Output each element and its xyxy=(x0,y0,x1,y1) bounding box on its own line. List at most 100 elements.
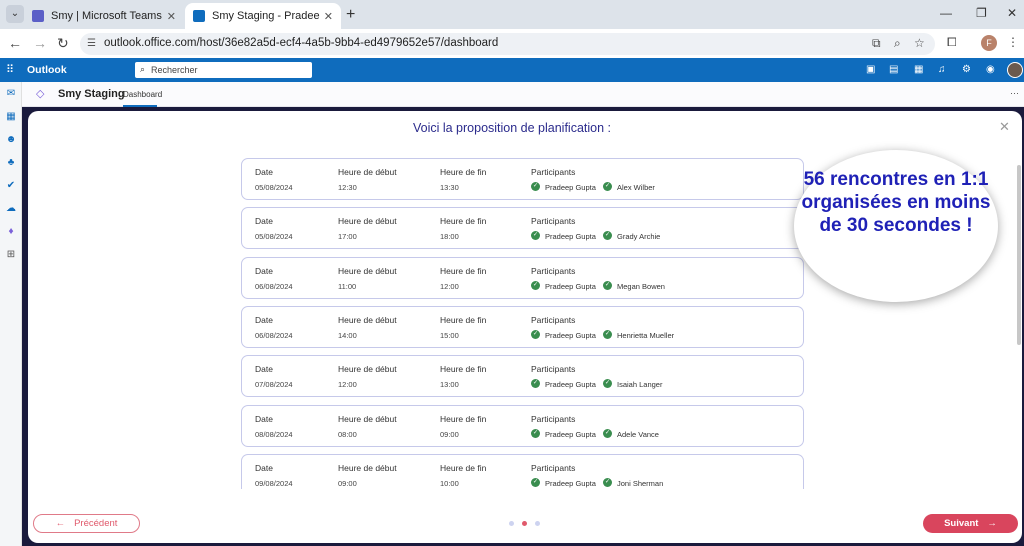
participants-label: Participants xyxy=(531,265,576,276)
bell-icon[interactable]: ♫ xyxy=(938,64,946,75)
meeting-start: 12:00 xyxy=(338,380,357,390)
next-button[interactable]: Suivant → xyxy=(923,514,1018,533)
omnibox[interactable]: ☰ outlook.office.com/host/36e82a5d-ecf4-… xyxy=(80,33,935,55)
teams-call-icon[interactable]: ▣ xyxy=(866,64,875,75)
check-icon: ✓ xyxy=(603,182,612,191)
meeting-start: 12:30 xyxy=(338,183,357,192)
check-icon: ✓ xyxy=(531,280,540,290)
participant-name: Pradeep Gupta xyxy=(545,380,596,390)
date-label: Date xyxy=(255,314,273,325)
teams-icon xyxy=(32,10,44,22)
meeting-end: 13:30 xyxy=(440,183,459,192)
meeting-start: 17:00 xyxy=(338,232,357,242)
close-icon[interactable]: ✕ xyxy=(324,10,333,23)
pagination-dot[interactable] xyxy=(535,521,540,526)
end-label: Heure de fin xyxy=(440,216,487,227)
participant-name: Pradeep Gupta xyxy=(545,330,596,340)
extensions-icon[interactable]: ⧠ xyxy=(947,35,957,50)
my-day-icon[interactable]: ▤ xyxy=(889,64,898,75)
meeting-card: Date Heure de début Heure de fin Participan… xyxy=(241,404,804,447)
tab-search-button[interactable]: ⌄ xyxy=(6,5,24,23)
forward-icon[interactable]: → xyxy=(33,35,47,51)
onedrive-icon[interactable]: ☁ xyxy=(5,203,17,215)
check-icon: ✓ xyxy=(531,231,540,241)
check-icon: ✓ xyxy=(531,477,540,487)
meeting-card: Date Heure de début Heure de fin Participan… xyxy=(241,158,804,200)
meeting-end: 10:00 xyxy=(440,478,459,488)
meeting-date: 09/08/2024 xyxy=(255,478,293,488)
callout-text: 56 rencontres en 1:1 organisées en moins… xyxy=(801,169,991,236)
start-label: Heure de début xyxy=(338,413,397,424)
meeting-end: 09:00 xyxy=(440,429,459,439)
meeting-card: Date Heure de début Heure de fin Participan… xyxy=(241,256,804,299)
profile-avatar[interactable]: F xyxy=(981,35,997,51)
participant-name: Pradeep Gupta xyxy=(545,429,596,439)
app-launcher-icon[interactable]: ⠿ xyxy=(6,63,14,76)
zoom-icon[interactable]: ⌕ xyxy=(894,36,901,51)
check-icon: ✓ xyxy=(603,280,612,290)
groups-icon[interactable]: ♣ xyxy=(5,157,17,169)
search-input[interactable]: ⌕ Rechercher xyxy=(135,62,312,78)
close-icon[interactable]: ✕ xyxy=(999,119,1010,135)
meeting-start: 09:00 xyxy=(338,478,357,488)
site-info-icon[interactable]: ☰ xyxy=(87,38,96,49)
meeting-card: Date Heure de début Heure de fin Participan… xyxy=(241,305,804,348)
participants-label: Participants xyxy=(531,413,576,424)
modal-scrollbar[interactable] xyxy=(1017,165,1021,345)
restore-icon[interactable]: ❐ xyxy=(976,6,987,20)
browser-tab-teams[interactable]: Smy | Microsoft Teams ✕ xyxy=(24,3,184,29)
end-label: Heure de fin xyxy=(440,314,487,325)
end-label: Heure de fin xyxy=(440,167,487,177)
diamond-icon: ◇ xyxy=(36,88,45,100)
meeting-end: 18:00 xyxy=(440,232,459,242)
bookmark-star-icon[interactable]: ☆ xyxy=(914,36,925,50)
participant-name: Pradeep Gupta xyxy=(545,281,596,291)
participant-name: Pradeep Gupta xyxy=(545,478,596,488)
participant-name: Alex Wilber xyxy=(617,183,655,192)
todo-icon[interactable]: ✔ xyxy=(5,180,17,192)
participant-name: Megan Bowen xyxy=(617,281,665,291)
more-apps-icon[interactable]: ⊞ xyxy=(5,249,17,261)
participants-label: Participants xyxy=(531,364,576,375)
meeting-start: 11:00 xyxy=(338,281,357,291)
mail-icon[interactable]: ✉ xyxy=(5,88,17,100)
end-label: Heure de fin xyxy=(440,413,487,424)
smy-app-icon[interactable]: ♦ xyxy=(5,226,17,238)
outlook-title[interactable]: Outlook xyxy=(27,64,67,76)
gear-icon[interactable]: ⚙ xyxy=(962,64,971,75)
check-icon: ✓ xyxy=(531,182,540,191)
meeting-end: 13:00 xyxy=(440,380,459,390)
date-label: Date xyxy=(255,364,273,375)
whats-new-icon[interactable]: ▦ xyxy=(914,64,923,75)
reload-icon[interactable]: ↻ xyxy=(57,35,69,52)
pagination-dot[interactable] xyxy=(522,521,527,526)
back-icon[interactable]: ← xyxy=(8,35,22,51)
browser-tab-smy-staging[interactable]: Smy Staging - Pradeep Gupta - ✕ xyxy=(185,3,341,29)
meeting-date: 06/08/2024 xyxy=(255,281,293,291)
start-label: Heure de début xyxy=(338,167,397,177)
new-tab-button[interactable]: + xyxy=(346,6,355,24)
more-options-icon[interactable]: ⋯ xyxy=(1010,88,1019,99)
lightbulb-icon[interactable]: ◉ xyxy=(986,64,995,75)
date-label: Date xyxy=(255,167,273,177)
window-close-icon[interactable]: ✕ xyxy=(1007,6,1017,20)
app-name: Smy Staging xyxy=(58,88,125,100)
start-label: Heure de début xyxy=(338,265,397,276)
meeting-date: 06/08/2024 xyxy=(255,330,293,340)
tab-dashboard[interactable]: Dashboard xyxy=(123,90,162,99)
people-icon[interactable]: ☻ xyxy=(5,134,17,146)
check-icon: ✓ xyxy=(603,379,612,389)
install-app-icon[interactable]: ⧉ xyxy=(872,36,881,51)
url-text[interactable]: outlook.office.com/host/36e82a5d-ecf4-4a… xyxy=(104,37,498,49)
address-bar-row: ← → ↻ ☰ outlook.office.com/host/36e82a5d… xyxy=(0,29,1024,58)
previous-button[interactable]: ← Précédent xyxy=(33,514,140,533)
start-label: Heure de début xyxy=(338,216,397,227)
avatar[interactable] xyxy=(1007,62,1023,78)
close-icon[interactable]: ✕ xyxy=(167,10,176,23)
browser-menu-icon[interactable]: ⋮ xyxy=(1007,35,1019,49)
minimize-icon[interactable]: — xyxy=(940,6,952,20)
pagination-dot[interactable] xyxy=(509,521,514,526)
search-placeholder: Rechercher xyxy=(151,65,198,75)
previous-label: Précédent xyxy=(74,518,118,529)
meeting-date: 08/08/2024 xyxy=(255,429,293,439)
